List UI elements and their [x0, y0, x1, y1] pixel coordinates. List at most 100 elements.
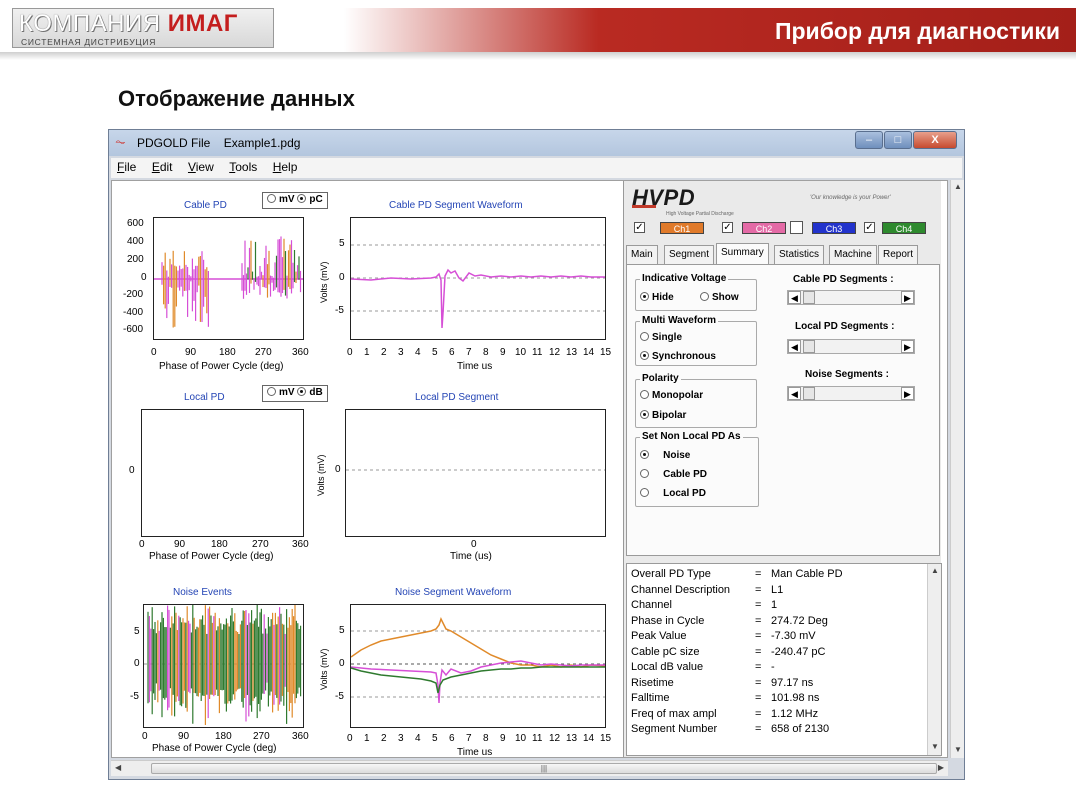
close-button[interactable]: X [913, 131, 957, 149]
time-xtick: 11 [532, 733, 543, 744]
cable-pd-radio[interactable]: Cable PD [640, 469, 707, 480]
info-scrollbar[interactable]: ▲ ▼ [927, 564, 941, 755]
monopolar-radio[interactable]: Monopolar [640, 390, 703, 401]
info-row: Segment Number = 658 of 2130 [631, 723, 830, 735]
info-value: 658 of 2130 [771, 723, 830, 735]
scroll-left-icon: ◀ [115, 763, 122, 772]
local-unit-mv-option[interactable]: mV [267, 387, 295, 398]
hvpd-slogan: 'Our knowledge is your Power' [810, 195, 891, 201]
time-xtick: 1 [364, 733, 370, 744]
time-xtick: 12 [549, 347, 561, 358]
noise-xtick: 180 [215, 731, 232, 742]
cable-unit-pc-option[interactable]: pC [297, 194, 323, 205]
info-value: 1 [771, 599, 778, 611]
cable-unit-mv-option[interactable]: mV [267, 194, 295, 205]
ch3-checkbox[interactable] [790, 221, 803, 234]
horizontal-scroll-thumb[interactable]: ||| [151, 763, 937, 774]
info-key: Phase in Cycle [631, 614, 705, 627]
ch3-label: Ch3 [812, 222, 856, 234]
header-shadow [0, 52, 1076, 60]
noise-segments-label: Noise Segments : [805, 369, 889, 380]
slider-thumb[interactable] [803, 387, 815, 400]
noise-segments-slider[interactable]: ◀ ▶ [787, 386, 915, 401]
menu-help[interactable]: Help [267, 158, 303, 174]
cable-xtick: 270 [255, 347, 272, 358]
info-row: Channel Description = L1 [631, 583, 784, 596]
menu-edit[interactable]: Edit [146, 158, 178, 174]
local-segments-slider[interactable]: ◀ ▶ [787, 339, 915, 354]
time-xtick: 11 [532, 347, 543, 358]
maximize-button[interactable]: □ [884, 131, 912, 149]
info-key: Channel [631, 599, 672, 611]
control-panel: HVPD High Voltage Partial Discharge 'Our… [623, 181, 942, 757]
menu-file[interactable]: File [111, 158, 141, 174]
polarity-group: Polarity Monopolar Bipolar [635, 373, 757, 428]
time-xtick: 1 [364, 347, 370, 358]
bipolar-radio[interactable]: Bipolar [640, 410, 686, 421]
time-xtick: 6 [449, 347, 455, 358]
hide-radio[interactable]: Hide [640, 292, 674, 303]
ch1-checkbox[interactable]: ✓ [634, 222, 645, 233]
info-key: Segment Number [631, 723, 718, 735]
time-xtick: 0 [347, 733, 353, 744]
slider-left-arrow-icon[interactable]: ◀ [788, 291, 801, 304]
info-key: Freq of max ampl [631, 707, 717, 720]
single-radio[interactable]: Single [640, 332, 682, 343]
info-value: 101.98 ns [771, 692, 820, 704]
time-xtick: 6 [449, 733, 455, 744]
title-bar[interactable]: ⏦ PDGOLD File Example1.pdg – □ X [109, 130, 964, 156]
polarity-title: Polarity [640, 373, 681, 384]
tab-summary[interactable]: Summary [716, 243, 769, 264]
slider-thumb[interactable] [803, 291, 815, 304]
show-radio[interactable]: Show [700, 292, 739, 303]
noise-ytick: 5 [134, 626, 140, 637]
local-xtick: 270 [252, 539, 269, 550]
synchronous-radio[interactable]: Synchronous [640, 351, 716, 362]
local-pd-radio[interactable]: Local PD [640, 488, 706, 499]
info-value: 97.17 ns [771, 676, 814, 689]
slider-right-arrow-icon[interactable]: ▶ [901, 387, 914, 400]
menu-view[interactable]: View [182, 158, 219, 174]
window-vertical-scrollbar[interactable]: ▲ ▼ [950, 180, 964, 758]
ch4-checkbox[interactable]: ✓ [864, 222, 875, 233]
minimize-button[interactable]: – [855, 131, 883, 149]
tab-machine[interactable]: Machine [829, 245, 877, 264]
noise-xtick: 0 [142, 731, 148, 742]
tab-report[interactable]: Report [878, 245, 919, 264]
local-segment-plot [345, 409, 606, 537]
cable-xtick: 360 [292, 347, 309, 358]
local-segment-title: Local PD Segment [415, 392, 499, 403]
tab-statistics[interactable]: Statistics [774, 245, 825, 264]
slider-left-arrow-icon[interactable]: ◀ [788, 387, 801, 400]
scroll-up-icon: ▲ [954, 182, 962, 191]
cable-seg-ytick: 0 [339, 272, 345, 283]
noise-radio[interactable]: Noise [640, 450, 690, 461]
tab-main[interactable]: Main [626, 245, 658, 264]
info-key: Channel Description [631, 583, 731, 596]
ch2-checkbox[interactable]: ✓ [722, 222, 733, 233]
hvpd-logo-subtitle: High Voltage Partial Discharge [666, 211, 734, 217]
slider-right-arrow-icon[interactable]: ▶ [901, 291, 914, 304]
menu-tools[interactable]: Tools [223, 158, 262, 174]
app-name: PDGOLD File [137, 136, 211, 150]
tab-segment[interactable]: Segment [664, 245, 715, 264]
slider-left-arrow-icon[interactable]: ◀ [788, 340, 801, 353]
cable-segments-slider[interactable]: ◀ ▶ [787, 290, 915, 305]
slider-thumb[interactable] [803, 340, 815, 353]
info-row: Channel = 1 [631, 599, 778, 611]
cable-pd-plot [153, 217, 304, 340]
slider-right-arrow-icon[interactable]: ▶ [901, 340, 914, 353]
noise-events-plot [143, 604, 304, 728]
window-horizontal-scrollbar[interactable]: ◀ ||| ▶ [111, 760, 948, 776]
noise-seg-xlabel: Time us [457, 747, 493, 758]
noise-ytick: -5 [130, 691, 139, 702]
non-local-title: Set Non Local PD As [640, 431, 743, 442]
cable-segment-plot [350, 217, 606, 340]
multi-waveform-group: Multi Waveform Single Synchronous [635, 315, 757, 366]
local-unit-db-option[interactable]: dB [297, 387, 323, 398]
local-ytick: 0 [129, 465, 135, 476]
info-key: Risetime [631, 676, 674, 689]
info-row: Phase in Cycle = 274.72 Deg [631, 614, 828, 627]
header-band: Прибор для диагностики [280, 8, 1076, 52]
time-xtick: 14 [583, 347, 595, 358]
